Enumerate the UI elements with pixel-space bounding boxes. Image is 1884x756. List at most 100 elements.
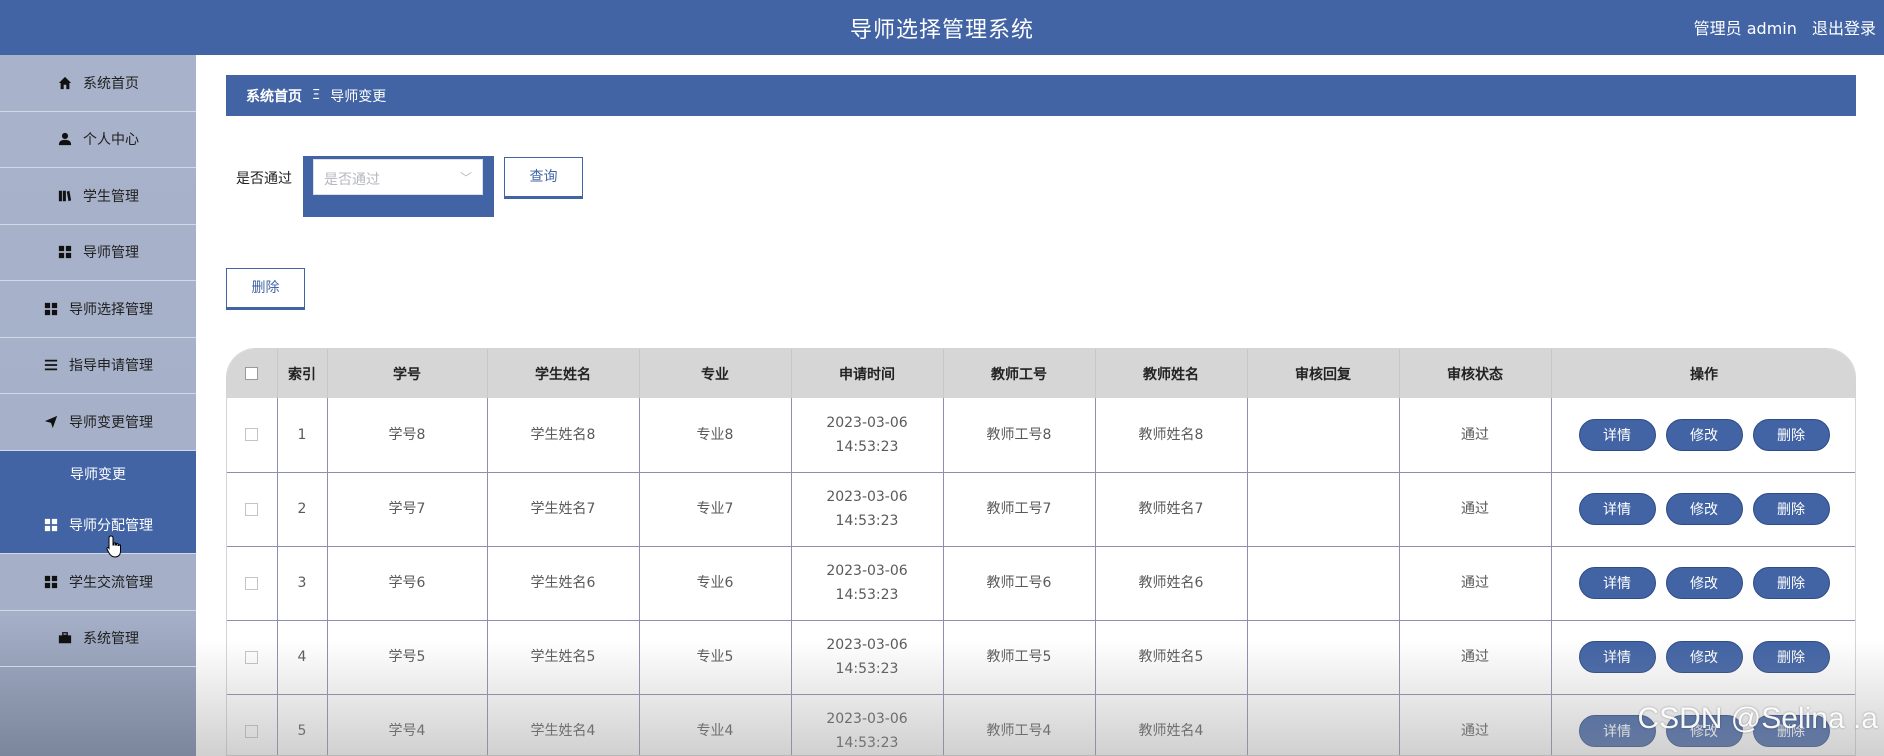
cell-index: 5 — [277, 694, 328, 755]
detail-button[interactable]: 详情 — [1578, 641, 1656, 673]
query-button[interactable]: 查询 — [504, 157, 583, 197]
cell-student-name: 学生姓名8 — [487, 398, 640, 473]
cell-teacher-no: 教师工号4 — [943, 694, 1096, 755]
cell-apply-time: 2023-03-06 14:53:23 — [791, 398, 944, 473]
delete-button[interactable]: 删除 — [1752, 493, 1830, 525]
user-label: 管理员 admin — [1693, 19, 1797, 38]
row-checkbox[interactable] — [245, 724, 259, 738]
data-table: 索引 学号 学生姓名 专业 申请时间 教师工号 教师姓名 审核回复 审核状态 操… — [226, 348, 1856, 756]
cell-actions: 详情 修改 删除 — [1551, 398, 1855, 473]
row-checkbox[interactable] — [245, 502, 259, 516]
sidebar-item-tutor-assign[interactable]: 导师分配管理 — [0, 497, 196, 554]
sidebar-item-label: 导师分配管理 — [69, 518, 153, 535]
edit-button[interactable]: 修改 — [1665, 418, 1743, 451]
row-select-cell — [227, 694, 278, 755]
user-area: 管理员 admin 退出登录 — [1684, 15, 1876, 39]
detail-button[interactable]: 详情 — [1578, 418, 1656, 451]
cell-reply — [1247, 472, 1400, 547]
breadcrumb-home[interactable]: 系统首页 — [246, 86, 302, 106]
delete-button[interactable]: 删除 — [1752, 567, 1830, 599]
cell-status: 通过 — [1399, 472, 1552, 547]
status-select[interactable]: 是否通过 ﹀ — [313, 159, 483, 195]
sidebar: 系统首页 个人中心 学生管理 导师管理 导师选择管理 指导申请管理 导师变更管理… — [0, 55, 196, 756]
sidebar-subitem-tutor-change[interactable]: 导师变更 — [0, 450, 196, 498]
cell-apply-time: 2023-03-06 14:53:23 — [791, 620, 944, 695]
sidebar-item-label: 系统管理 — [83, 631, 139, 648]
cell-teacher-no: 教师工号6 — [943, 546, 1096, 621]
grid-icon — [43, 301, 59, 317]
table-row: 3 学号6 学生姓名6 专业6 2023-03-06 14:53:23 教师工号… — [227, 546, 1855, 621]
cell-major: 专业6 — [639, 546, 792, 621]
row-select-cell — [227, 546, 278, 621]
send-icon — [43, 414, 59, 430]
sidebar-item-student-exchange[interactable]: 学生交流管理 — [0, 554, 196, 611]
select-all-cell — [227, 349, 278, 398]
logout-link[interactable]: 退出登录 — [1812, 19, 1876, 38]
cell-actions: 详情 修改 删除 — [1551, 620, 1855, 695]
sidebar-item-tutor-selection[interactable]: 导师选择管理 — [0, 281, 196, 338]
sidebar-item-profile[interactable]: 个人中心 — [0, 112, 196, 168]
cell-student-name: 学生姓名6 — [487, 546, 640, 621]
cell-apply-time: 2023-03-06 14:53:23 — [791, 694, 944, 755]
cell-teacher-name: 教师姓名7 — [1095, 472, 1248, 547]
user-icon — [57, 131, 73, 147]
cell-student-no: 学号4 — [327, 694, 488, 755]
hand-cursor-icon — [106, 535, 121, 558]
column-header: 学号 — [327, 349, 488, 398]
row-checkbox[interactable] — [245, 576, 259, 590]
cell-index: 2 — [277, 472, 328, 547]
cell-index: 1 — [277, 398, 328, 473]
row-select-cell — [227, 472, 278, 547]
column-header: 审核状态 — [1399, 349, 1552, 398]
cell-teacher-name: 教师姓名6 — [1095, 546, 1248, 621]
row-checkbox[interactable] — [245, 650, 259, 664]
cell-reply — [1247, 546, 1400, 621]
cell-apply-time: 2023-03-06 14:53:23 — [791, 546, 944, 621]
sidebar-item-tutor-change[interactable]: 导师变更管理 — [0, 394, 196, 451]
filter-label: 是否通过 — [236, 171, 292, 187]
select-all-checkbox[interactable] — [245, 367, 259, 380]
table-row: 2 学号7 学生姓名7 专业7 2023-03-06 14:53:23 教师工号… — [227, 472, 1855, 547]
cell-major: 专业4 — [639, 694, 792, 755]
cell-reply — [1247, 398, 1400, 473]
cell-student-no: 学号6 — [327, 546, 488, 621]
sidebar-item-tutors[interactable]: 导师管理 — [0, 225, 196, 281]
sidebar-item-students[interactable]: 学生管理 — [0, 168, 196, 225]
status-select-wrap: 是否通过 ﹀ — [303, 156, 494, 217]
home-icon — [57, 75, 73, 91]
sidebar-item-home[interactable]: 系统首页 — [0, 55, 196, 112]
detail-button[interactable]: 详情 — [1578, 493, 1656, 525]
sidebar-item-label: 导师变更管理 — [69, 414, 153, 431]
list-icon — [43, 357, 59, 373]
sidebar-item-system[interactable]: 系统管理 — [0, 611, 196, 667]
sidebar-item-label: 导师管理 — [83, 245, 139, 262]
edit-button[interactable]: 修改 — [1665, 641, 1743, 673]
cell-teacher-name: 教师姓名4 — [1095, 694, 1248, 755]
briefcase-icon — [57, 630, 73, 646]
detail-button[interactable]: 详情 — [1578, 567, 1656, 599]
cell-status: 通过 — [1399, 620, 1552, 695]
table-row: 5 学号4 学生姓名4 专业4 2023-03-06 14:53:23 教师工号… — [227, 694, 1855, 755]
row-checkbox[interactable] — [245, 428, 259, 442]
cell-status: 通过 — [1399, 398, 1552, 473]
cell-reply — [1247, 694, 1400, 755]
cell-student-name: 学生姓名7 — [487, 472, 640, 547]
batch-delete-button[interactable]: 删除 — [226, 268, 305, 308]
edit-button[interactable]: 修改 — [1665, 567, 1743, 599]
edit-button[interactable]: 修改 — [1665, 493, 1743, 525]
cell-major: 专业5 — [639, 620, 792, 695]
sidebar-item-guidance-apply[interactable]: 指导申请管理 — [0, 338, 196, 394]
cell-actions: 详情 修改 删除 — [1551, 546, 1855, 621]
row-select-cell — [227, 398, 278, 473]
delete-button[interactable]: 删除 — [1752, 641, 1830, 673]
sidebar-item-label: 指导申请管理 — [69, 358, 153, 375]
delete-button[interactable]: 删除 — [1752, 418, 1830, 451]
cell-index: 3 — [277, 546, 328, 621]
column-header: 教师姓名 — [1095, 349, 1248, 398]
table-row: 4 学号5 学生姓名5 专业5 2023-03-06 14:53:23 教师工号… — [227, 620, 1855, 695]
column-header: 学生姓名 — [487, 349, 640, 398]
column-header: 操作 — [1551, 349, 1855, 398]
cell-student-no: 学号5 — [327, 620, 488, 695]
column-header: 审核回复 — [1247, 349, 1400, 398]
cell-index: 4 — [277, 620, 328, 695]
